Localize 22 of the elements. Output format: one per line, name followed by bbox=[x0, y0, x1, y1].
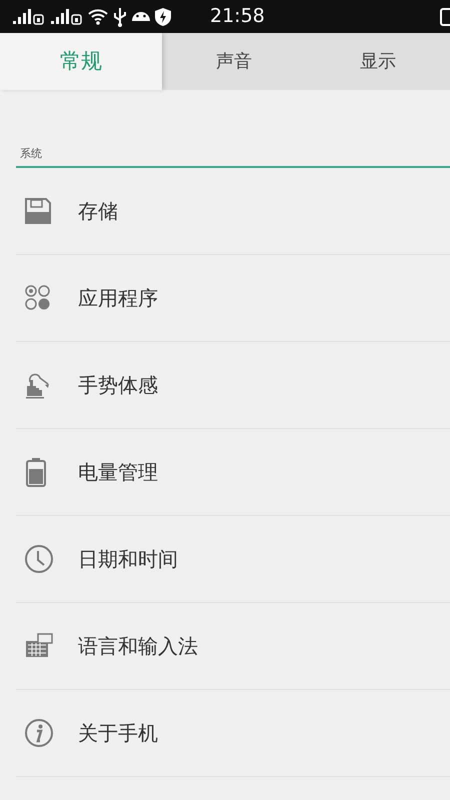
shield-icon bbox=[154, 6, 172, 26]
signal-icon bbox=[12, 8, 46, 26]
battery-icon bbox=[440, 8, 450, 26]
battery-icon bbox=[24, 457, 48, 487]
settings-item[interactable]: 日期和时间 bbox=[16, 516, 450, 603]
tab[interactable]: 声音 bbox=[162, 33, 306, 90]
info-icon bbox=[24, 718, 54, 748]
clock-icon bbox=[24, 544, 54, 574]
settings-item[interactable]: 电量管理 bbox=[16, 429, 450, 516]
settings-item[interactable]: 关于手机 bbox=[16, 690, 450, 777]
clock-time: 21:58 bbox=[210, 4, 265, 30]
circles-icon bbox=[24, 284, 52, 312]
settings-item[interactable]: 应用程序 bbox=[16, 255, 450, 342]
settings-item[interactable]: 语言和输入法 bbox=[16, 603, 450, 690]
settings-item[interactable]: 存储 bbox=[16, 168, 450, 255]
android-icon bbox=[132, 12, 150, 21]
wifi-icon bbox=[88, 8, 108, 26]
settings-item[interactable]: 手势体感 bbox=[16, 342, 450, 429]
section-header: 系统 bbox=[16, 140, 450, 168]
usb-icon bbox=[112, 6, 128, 26]
signal-icon bbox=[50, 8, 84, 26]
tab[interactable]: 显示 bbox=[306, 33, 450, 90]
